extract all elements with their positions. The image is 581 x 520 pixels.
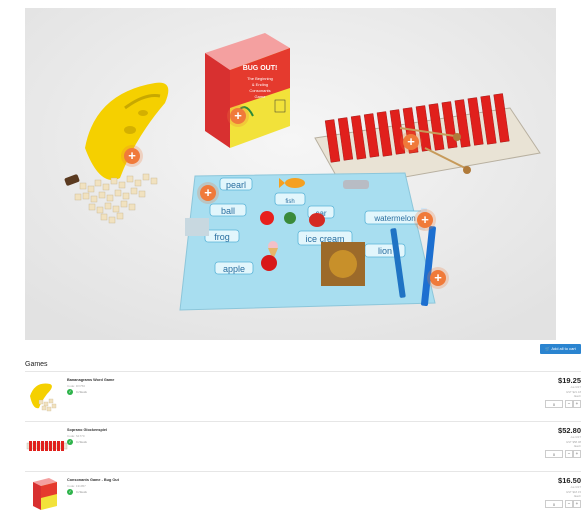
product-code: Code: DV750: [67, 384, 86, 388]
hotspot-pen-2[interactable]: +: [430, 270, 446, 286]
box-title: BUG OUT!: [243, 65, 278, 72]
svg-text:Game: Game: [255, 94, 267, 99]
quantity-stepper: 0 − +: [545, 450, 581, 458]
quantity-input[interactable]: 0: [545, 500, 563, 508]
quantity-increase-button[interactable]: +: [573, 450, 581, 458]
product-price: $19.25: [558, 376, 581, 385]
hotspot-bananagrams[interactable]: +: [124, 148, 140, 164]
price-unit: /ea GST: [570, 435, 581, 439]
product-name[interactable]: Soprano Glockenspiel: [67, 428, 107, 432]
stock-status: ✓ In Stock: [67, 389, 87, 395]
product-name[interactable]: Consonants Game - Bug Out: [67, 478, 119, 482]
quantity-increase-button[interactable]: +: [573, 500, 581, 508]
svg-text:Consonants: Consonants: [249, 88, 270, 93]
quantity-decrease-button[interactable]: −: [565, 450, 573, 458]
quantity-input[interactable]: 0: [545, 400, 563, 408]
hotspot-bug-out-box[interactable]: +: [230, 108, 246, 124]
mat-word-5: watermelon: [373, 214, 415, 223]
product-price: $16.50: [558, 476, 581, 485]
product-thumbnail-bug-out[interactable]: [25, 476, 70, 516]
product-price: $52.80: [558, 426, 581, 435]
product-row: Soprano Glockenspiel Code: S1770 ✓ In Sto…: [25, 421, 581, 470]
stock-status: ✓ In Stock: [67, 439, 87, 445]
product-name[interactable]: Bananagrams Word Game: [67, 378, 114, 382]
svg-text:The Beginning: The Beginning: [247, 76, 273, 81]
product-row: Bananagrams Word Game Code: DV750 ✓ In St…: [25, 371, 581, 420]
hotspot-word-mat[interactable]: +: [200, 185, 216, 201]
section-title: Games: [25, 361, 48, 368]
product-thumbnail-glockenspiel[interactable]: [25, 426, 70, 466]
add-all-to-cart-button[interactable]: 🛒 Add all to cart: [540, 344, 581, 354]
quantity-decrease-button[interactable]: −: [565, 400, 573, 408]
price-each: /Each: [573, 494, 581, 498]
product-row: Consonants Game - Bug Out Code: 131957 ✓…: [25, 471, 581, 520]
product-code: Code: 131957: [67, 484, 86, 488]
check-icon: ✓: [67, 389, 73, 395]
add-all-label: Add all to cart: [551, 346, 576, 351]
mat-word-7: lion: [378, 246, 392, 256]
quantity-input[interactable]: 0: [545, 450, 563, 458]
quantity-decrease-button[interactable]: −: [565, 500, 573, 508]
mat-word-0: pearl: [226, 180, 246, 190]
mat-word-1: ball: [221, 206, 235, 216]
svg-text:& Ending: & Ending: [252, 82, 268, 87]
check-icon: ✓: [67, 439, 73, 445]
product-code: Code: S1770: [67, 434, 85, 438]
mat-word-4: frog: [214, 232, 230, 242]
hero-product-image: BUG OUT! The Beginning & Ending Consonan…: [25, 8, 556, 340]
product-thumbnail-bananagrams[interactable]: [25, 376, 70, 416]
quantity-stepper: 0 − +: [545, 400, 581, 408]
mat-word-8: apple: [223, 264, 245, 274]
hero-illustration: BUG OUT! The Beginning & Ending Consonan…: [25, 8, 556, 340]
price-each: /Each: [573, 394, 581, 398]
price-unit: /ea GST: [570, 385, 581, 389]
check-icon: ✓: [67, 489, 73, 495]
mat-word-2: fish: [285, 199, 294, 205]
quantity-stepper: 0 − +: [545, 500, 581, 508]
price-each: /Each: [573, 444, 581, 448]
quantity-increase-button[interactable]: +: [573, 400, 581, 408]
hotspot-glockenspiel[interactable]: +: [403, 134, 419, 150]
hotspot-pen-1[interactable]: +: [417, 212, 433, 228]
cart-icon: 🛒: [545, 346, 551, 351]
stock-status: ✓ In Stock: [67, 489, 87, 495]
price-unit: /ea GST: [570, 485, 581, 489]
